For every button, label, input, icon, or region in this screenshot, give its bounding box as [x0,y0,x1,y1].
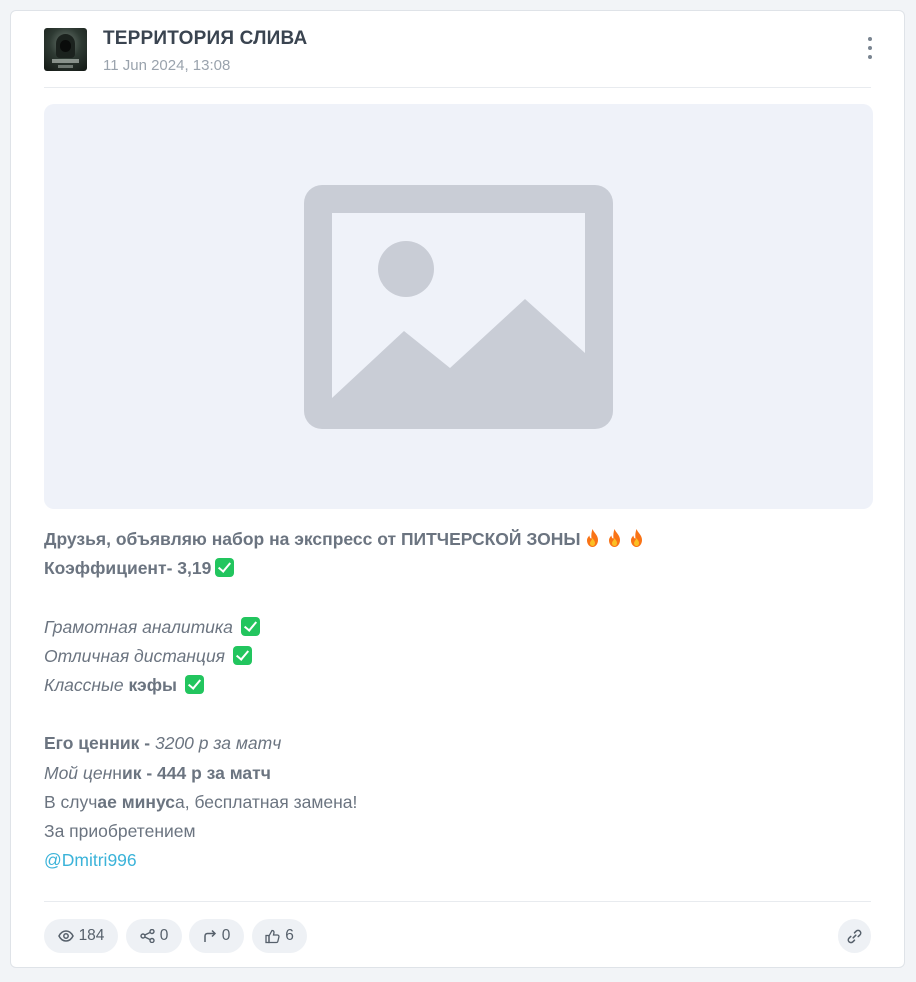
post-line: Коэффициент- 3,19 [44,554,873,583]
kebab-dot-icon [868,46,872,50]
image-placeholder-icon [304,185,613,429]
mention-link[interactable]: @Dmitri996 [44,850,137,870]
kebab-dot-icon [868,37,872,41]
guarantee-text: В случ [44,791,98,812]
post-text: Друзья, объявляю набор на экспресс от ПИ… [44,525,873,875]
my-price-value: ик - 444 р за матч [121,762,271,783]
guarantee-text-end: а, бесплатная замена! [175,791,358,812]
purchase-text: За приобретением [44,820,196,841]
forwards-counter[interactable]: 0 [189,919,244,953]
check-mark-icon [215,558,235,578]
post-header: ТЕРРИТОРИЯ СЛИВА 11 Jun 2024, 13:08 [44,27,872,89]
post-line: @Dmitri996 [44,846,873,875]
fire-icon [627,528,646,557]
post-line: За приобретением [44,817,873,846]
feature-text-bold: кэфы [128,674,177,695]
forward-icon [203,929,216,942]
fire-icon [605,528,624,557]
announcement-text: Друзья, объявляю набор на экспресс от ПИ… [44,529,581,549]
views-counter[interactable]: 184 [44,919,118,953]
post-date: 11 Jun 2024, 13:08 [103,57,231,74]
feature-text: Грамотная аналитика [44,616,233,637]
fire-icon [583,528,602,557]
avatar-caption-bar-small [58,65,73,68]
feature-text: Классные [44,674,124,695]
post-line: Классные кэфы [44,671,873,700]
post-line: Мой ценник - 444 р за матч [44,759,873,788]
kebab-dot-icon [868,55,872,59]
eye-icon [57,930,74,942]
post-line: Грамотная аналитика [44,613,873,642]
header-divider [44,87,871,88]
more-options-button[interactable] [861,35,879,65]
shares-counter[interactable]: 0 [126,919,182,953]
post-line: Друзья, объявляю набор на экспресс от ПИ… [44,525,873,554]
channel-name[interactable]: ТЕРРИТОРИЯ СЛИВА [103,28,307,50]
price-label: Его ценник - [44,733,155,754]
forwards-count: 0 [221,927,231,944]
likes-count: 6 [285,927,294,944]
feature-text: Отличная дистанция [44,645,226,666]
my-price-label-plain: н [112,762,122,783]
post-footer: 184 0 0 6 [44,919,871,953]
shares-count: 0 [159,927,169,944]
thumbs-up-icon [265,929,280,943]
my-price-label: Мой цен [44,762,113,783]
check-mark-icon [240,616,260,636]
avatar-face-shape [60,40,71,52]
views-count: 184 [78,927,105,944]
price-value: 3200 р за матч [154,733,282,754]
post-card: ТЕРРИТОРИЯ СЛИВА 11 Jun 2024, 13:08 Друз… [10,10,905,968]
coefficient-text: Коэффициент- 3,19 [44,558,212,579]
guarantee-text-bold: ае минус [97,791,176,812]
check-mark-icon [233,645,253,665]
post-media[interactable] [44,104,873,509]
copy-link-button[interactable] [838,919,871,953]
footer-divider [44,901,871,902]
link-icon [847,929,862,943]
post-line: В случае минуса, бесплатная замена! [44,788,873,817]
check-mark-icon [184,674,204,694]
likes-counter[interactable]: 6 [252,919,307,953]
post-line: Отличная дистанция [44,642,873,671]
post-line: Его ценник - 3200 р за матч [44,729,873,758]
avatar-caption-bar [52,59,79,63]
channel-avatar[interactable] [44,28,87,71]
share-icon [139,929,155,943]
